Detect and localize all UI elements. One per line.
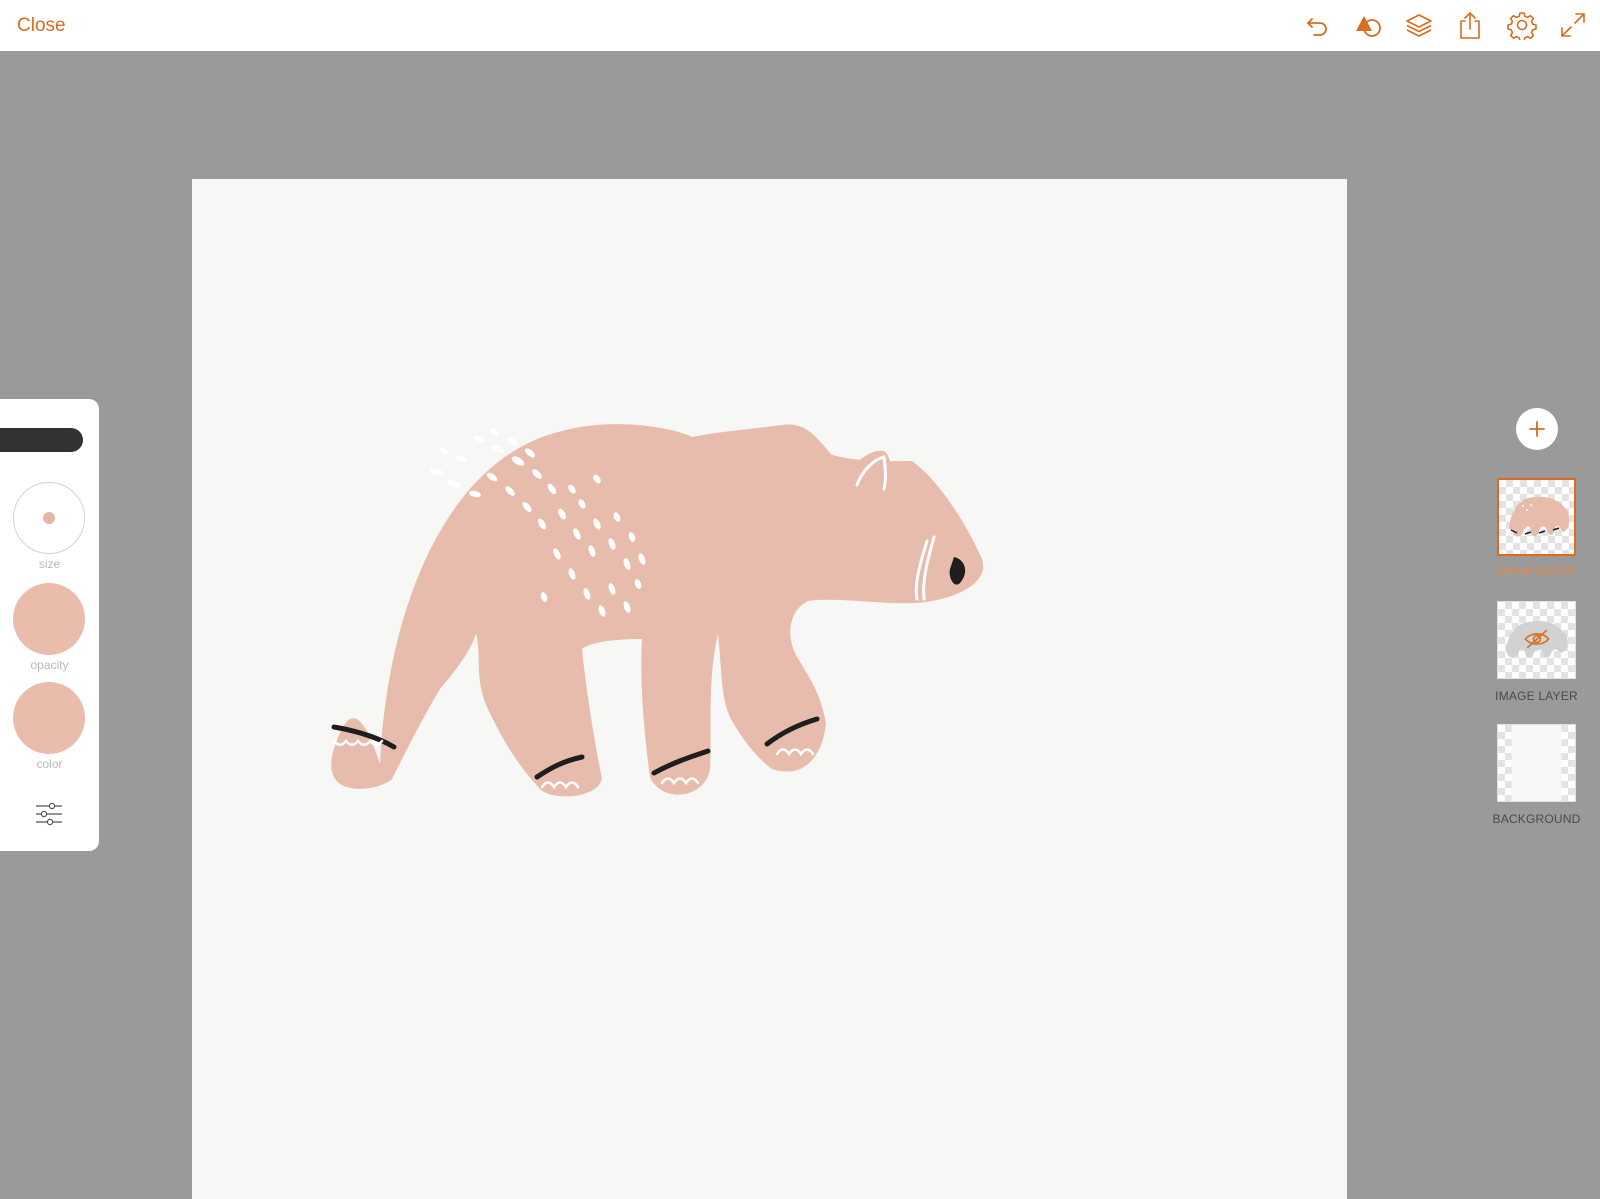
- layer-thumb-background[interactable]: [1497, 724, 1576, 802]
- close-button[interactable]: Close: [17, 15, 66, 37]
- shapes-icon[interactable]: [1353, 10, 1383, 40]
- plus-icon: [1529, 421, 1545, 437]
- layer-thumb-image[interactable]: [1497, 601, 1576, 679]
- layer-name-image: IMAGE LAYER: [1495, 689, 1578, 703]
- undo-icon[interactable]: [1303, 10, 1333, 40]
- top-toolbar: Close: [0, 0, 1600, 51]
- brush-settings-icon[interactable]: [32, 799, 66, 829]
- opacity-label: opacity: [30, 658, 69, 672]
- brush-panel: size opacity color: [0, 399, 99, 851]
- bear-artwork: [331, 424, 984, 797]
- add-layer-button[interactable]: [1516, 408, 1558, 450]
- settings-icon[interactable]: [1507, 10, 1537, 40]
- size-label: size: [38, 557, 61, 571]
- brush-stroke-preview[interactable]: [0, 428, 83, 452]
- share-icon[interactable]: [1455, 10, 1485, 40]
- brush-opacity-control[interactable]: [13, 583, 85, 655]
- drawing-canvas[interactable]: [192, 179, 1347, 1199]
- brush-color-swatch[interactable]: [13, 682, 85, 754]
- layers-icon[interactable]: [1404, 10, 1434, 40]
- color-label: color: [36, 757, 63, 771]
- layer-thumb-draw[interactable]: [1497, 478, 1576, 556]
- layer-name-background: BACKGROUND: [1492, 812, 1581, 826]
- fullscreen-icon[interactable]: [1558, 10, 1588, 40]
- layer-name-draw: DRAW LAYER: [1496, 564, 1577, 578]
- brush-size-dot: [43, 512, 55, 524]
- brush-size-control[interactable]: [13, 482, 85, 554]
